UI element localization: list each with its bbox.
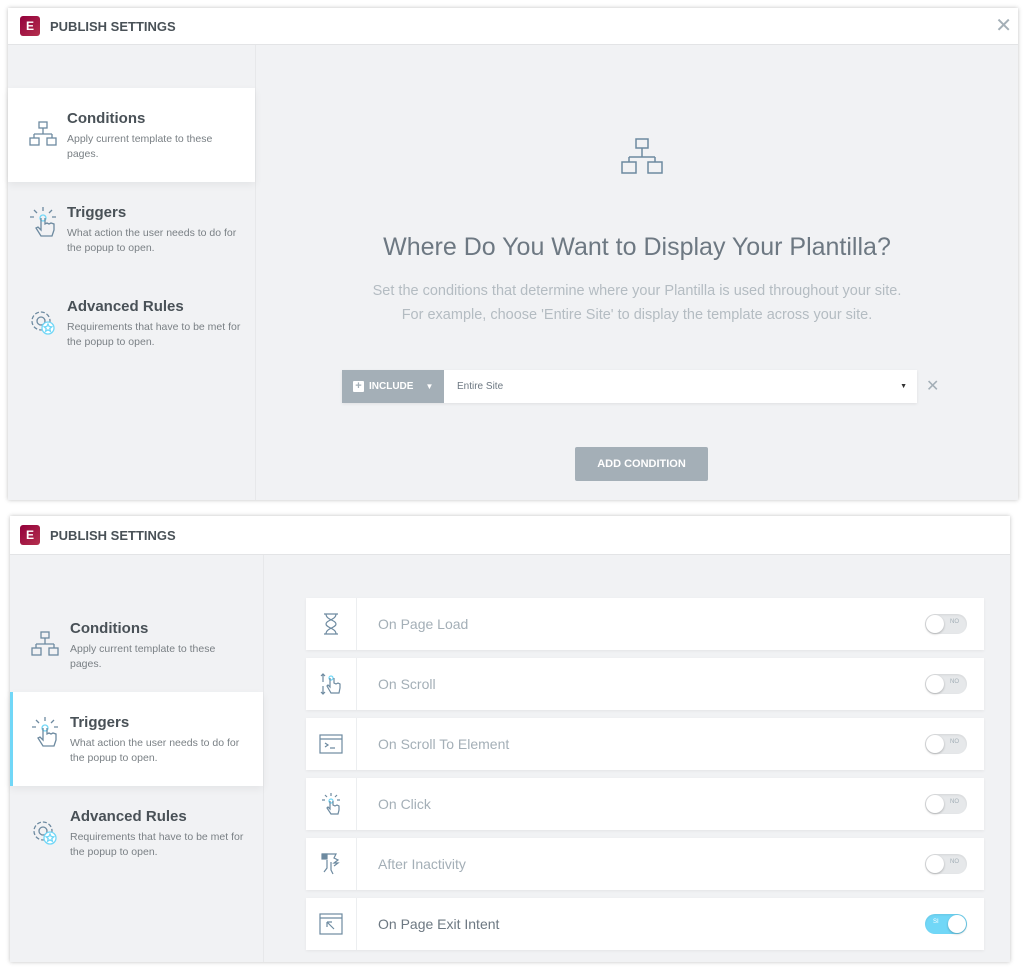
sitemap-icon xyxy=(621,138,663,174)
trigger-label: After Inactivity xyxy=(378,856,466,872)
hourglass-icon xyxy=(324,613,338,635)
triggers-list: On Page Load NO On Scroll NO On Scroll T… xyxy=(264,555,1010,962)
trigger-toggle[interactable]: NO xyxy=(925,674,967,694)
trigger-icon-cell xyxy=(306,598,357,650)
modal-title: PUBLISH SETTINGS xyxy=(50,18,176,34)
close-icon[interactable]: ✕ xyxy=(995,13,1012,38)
trigger-toggle[interactable]: NO xyxy=(925,614,967,634)
sidebar-item-desc: Requirements that have to be met for the… xyxy=(70,831,244,858)
condition-row: + INCLUDE ▼ Entire Site ▼ xyxy=(342,370,917,403)
plus-icon: + xyxy=(353,381,364,392)
trigger-label: On Scroll To Element xyxy=(378,736,510,752)
sidebar-item-title: Conditions xyxy=(70,620,149,637)
trigger-toggle[interactable]: NO xyxy=(925,854,967,874)
sidebar-item-title: Advanced Rules xyxy=(67,298,184,315)
click-hand-icon xyxy=(32,717,58,747)
trigger-row: On Scroll NO xyxy=(306,658,984,710)
sidebar-item-conditions[interactable]: Conditions Apply current template to thes… xyxy=(10,598,263,692)
toggle-label: SI xyxy=(933,919,939,925)
click-hand-icon xyxy=(29,207,56,237)
toggle-knob xyxy=(926,615,944,633)
toggle-knob xyxy=(926,795,944,813)
click-hand-icon xyxy=(322,793,340,815)
trigger-row: On Page Load NO xyxy=(306,598,984,650)
toggle-label: NO xyxy=(950,859,959,865)
conditions-subtitle-1: Set the conditions that determine where … xyxy=(372,283,902,299)
trigger-icon-cell xyxy=(306,778,357,830)
sitemap-icon xyxy=(28,121,57,146)
remove-condition-icon[interactable]: ✕ xyxy=(926,376,939,396)
include-select[interactable]: + INCLUDE ▼ xyxy=(342,370,444,403)
add-condition-button[interactable]: ADD CONDITION xyxy=(575,447,708,481)
toggle-knob xyxy=(926,735,944,753)
trigger-icon-cell xyxy=(306,838,357,890)
trigger-row: After Inactivity NO xyxy=(306,838,984,890)
trigger-row: On Click NO xyxy=(306,778,984,830)
trigger-row: On Page Exit Intent SI xyxy=(306,898,984,950)
sidebar-item-conditions[interactable]: Conditions Apply current template to thes… xyxy=(8,88,255,182)
gear-star-icon xyxy=(30,311,55,335)
trigger-icon-cell xyxy=(306,718,357,770)
idle-hand-icon xyxy=(321,853,340,875)
modal-header: E PUBLISH SETTINGS xyxy=(10,516,1010,555)
gear-star-icon xyxy=(33,821,57,845)
exit-cursor-icon xyxy=(319,913,343,935)
trigger-label: On Scroll xyxy=(378,676,436,692)
include-label: INCLUDE xyxy=(369,381,414,392)
condition-select[interactable]: Entire Site ▼ xyxy=(444,370,917,403)
sidebar-item-title: Conditions xyxy=(67,110,146,127)
toggle-knob xyxy=(926,855,944,873)
elementor-logo: E xyxy=(20,525,40,545)
scroll-hand-icon xyxy=(320,673,341,695)
sidebar: Conditions Apply current template to thes… xyxy=(10,555,264,962)
publish-settings-conditions-panel: E PUBLISH SETTINGS ✕ Conditions Apply cur… xyxy=(8,8,1018,500)
sidebar-item-triggers[interactable]: Triggers What action the user needs to do… xyxy=(10,692,263,786)
publish-settings-triggers-panel: E PUBLISH SETTINGS Conditions Apply curre… xyxy=(10,516,1010,962)
sidebar-item-desc: Apply current template to these pages. xyxy=(70,643,216,670)
conditions-heading: Where Do You Want to Display Your Planti… xyxy=(383,233,891,261)
sidebar-item-title: Triggers xyxy=(67,204,127,221)
toggle-label: NO xyxy=(950,799,959,805)
trigger-toggle[interactable]: NO xyxy=(925,794,967,814)
terminal-window-icon xyxy=(319,734,343,754)
sitemap-icon xyxy=(31,631,59,656)
sidebar-item-desc: Apply current template to these pages. xyxy=(67,133,213,160)
toggle-label: NO xyxy=(950,739,959,745)
sidebar-item-advanced-rules[interactable]: Advanced Rules Requirements that have to … xyxy=(8,276,255,370)
sidebar-item-title: Advanced Rules xyxy=(70,808,187,825)
toggle-label: NO xyxy=(950,619,959,625)
trigger-icon-cell xyxy=(306,658,357,710)
modal-title: PUBLISH SETTINGS xyxy=(50,527,176,543)
trigger-icon-cell xyxy=(306,898,357,950)
trigger-row: On Scroll To Element NO xyxy=(306,718,984,770)
sidebar-item-desc: Requirements that have to be met for the… xyxy=(67,321,241,348)
trigger-label: On Page Load xyxy=(378,616,469,632)
caret-down-icon: ▼ xyxy=(900,383,907,390)
sidebar-item-advanced-rules[interactable]: Advanced Rules Requirements that have to … xyxy=(10,786,263,880)
sidebar-item-title: Triggers xyxy=(70,714,130,731)
conditions-main: Where Do You Want to Display Your Planti… xyxy=(256,45,1018,500)
conditions-subtitle-2: For example, choose 'Entire Site' to dis… xyxy=(401,307,873,323)
chevron-down-icon: ▼ xyxy=(425,382,434,391)
modal-header: E PUBLISH SETTINGS ✕ xyxy=(8,8,1018,45)
elementor-logo: E xyxy=(20,16,40,36)
sidebar-item-desc: What action the user needs to do for the… xyxy=(67,227,237,254)
sidebar: Conditions Apply current template to thes… xyxy=(8,45,256,500)
sidebar-item-desc: What action the user needs to do for the… xyxy=(70,737,240,764)
toggle-knob xyxy=(926,675,944,693)
trigger-label: On Click xyxy=(378,796,431,812)
toggle-label: NO xyxy=(950,679,959,685)
trigger-toggle[interactable]: NO xyxy=(925,734,967,754)
sidebar-item-triggers[interactable]: Triggers What action the user needs to do… xyxy=(8,182,255,276)
condition-value: Entire Site xyxy=(457,381,504,392)
trigger-label: On Page Exit Intent xyxy=(378,916,500,932)
trigger-toggle[interactable]: SI xyxy=(925,914,967,934)
toggle-knob xyxy=(948,915,966,933)
